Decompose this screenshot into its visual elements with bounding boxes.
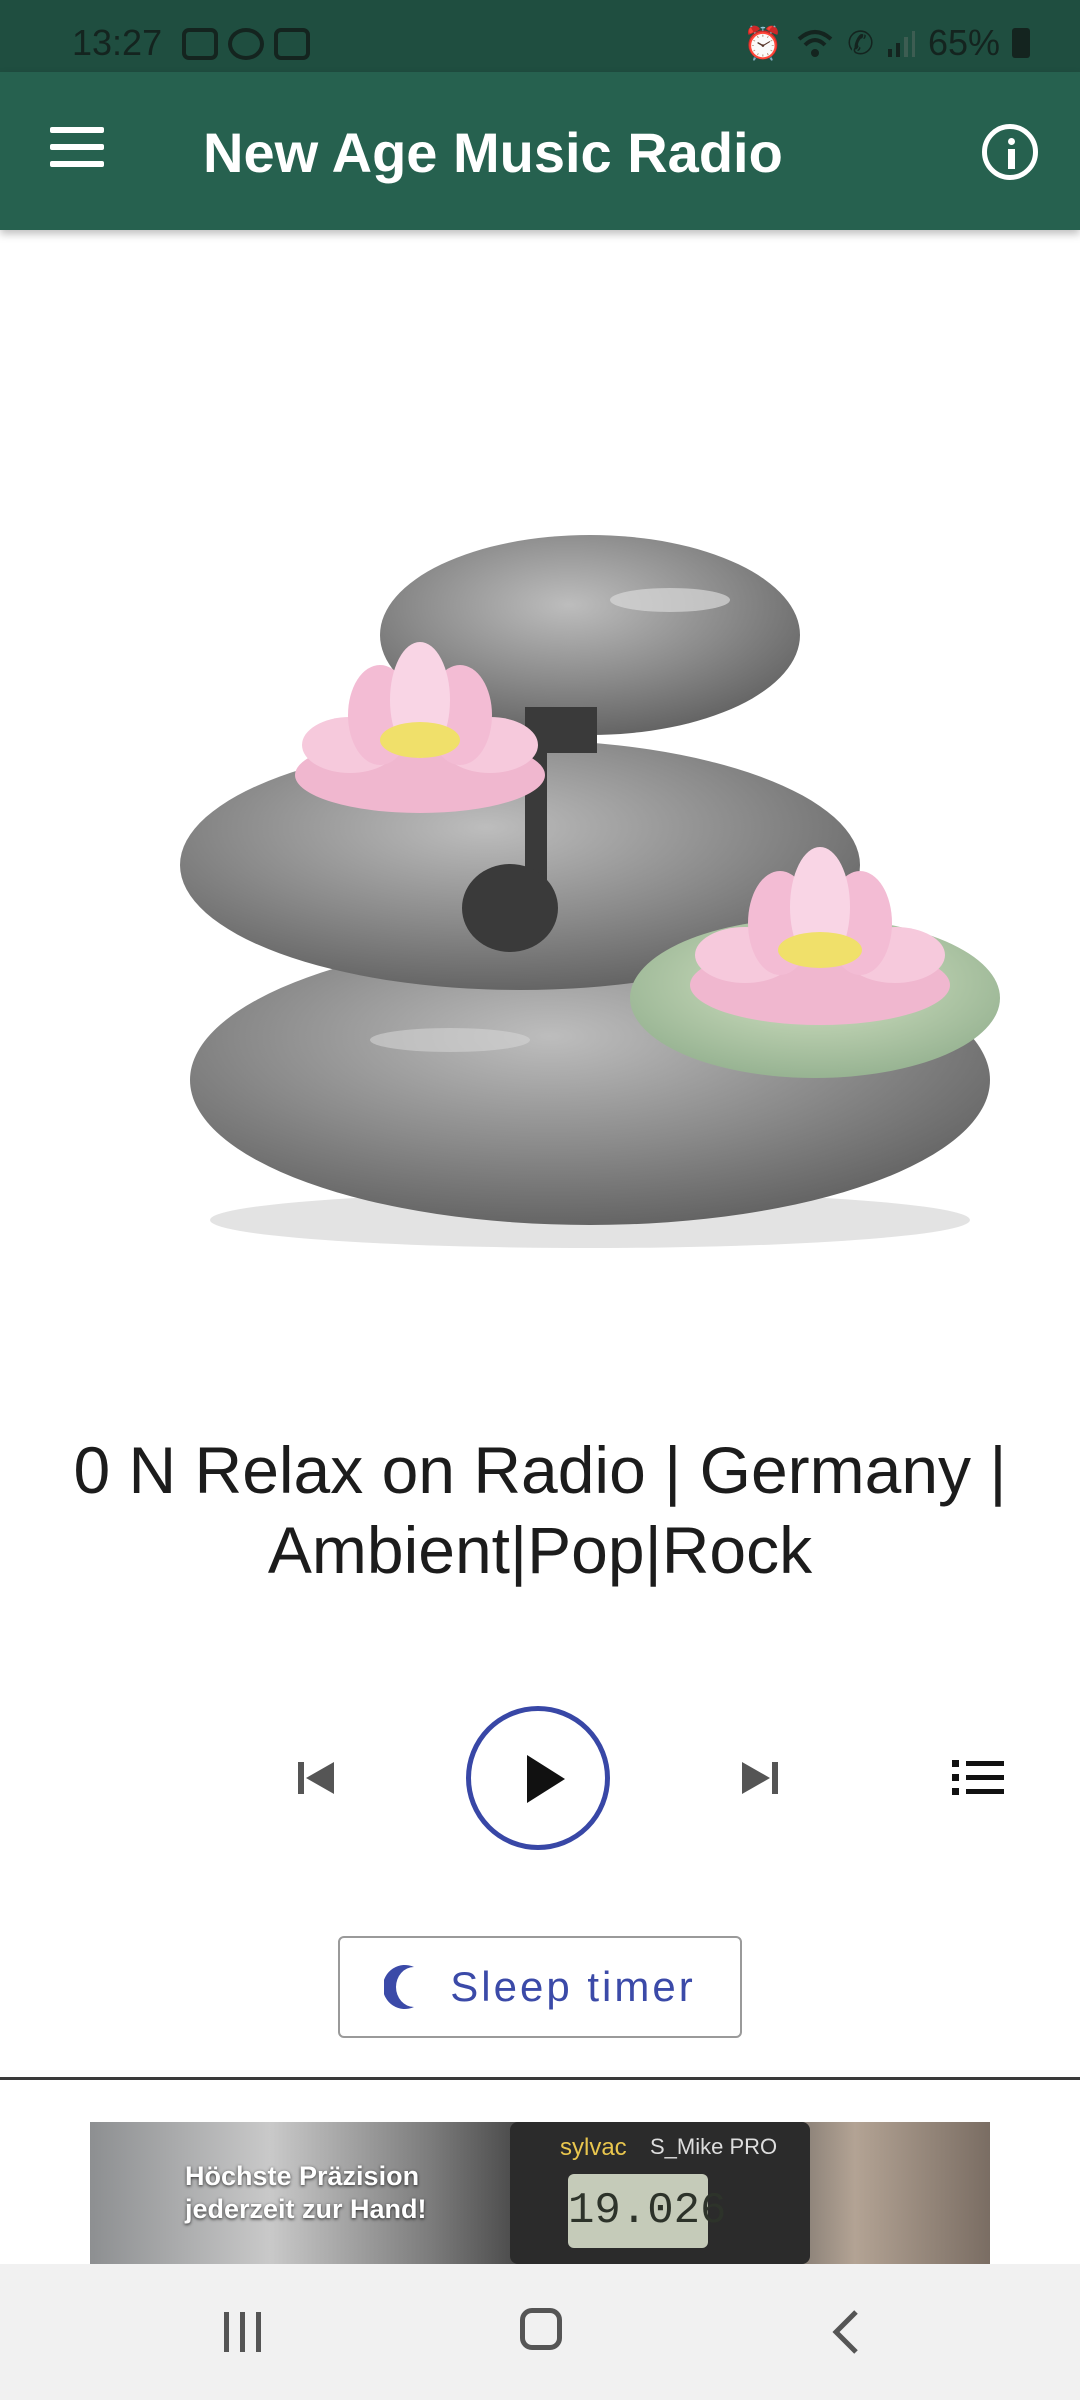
play-button[interactable]: [466, 1706, 610, 1850]
playlist-icon: [952, 1760, 1004, 1795]
station-title: 0 N Relax on Radio | Germany | Ambient|P…: [73, 1433, 1007, 1587]
battery-percent: 65%: [927, 22, 1000, 63]
status-notification-icons: [182, 28, 310, 60]
moon-icon: [384, 1965, 415, 2009]
station-artwork: [170, 520, 1010, 1260]
ad-banner[interactable]: Höchste Präzision jederzeit zur Hand! sy…: [90, 2122, 990, 2264]
playlist-button[interactable]: [950, 1754, 1006, 1802]
whatsapp-icon: [228, 28, 264, 60]
skip-next-icon: [742, 1762, 778, 1794]
wifi-icon: [797, 30, 833, 57]
divider: [0, 2077, 1080, 2080]
sleep-timer-label: Sleep timer: [450, 1963, 696, 2010]
back-icon[interactable]: [826, 2308, 866, 2356]
battery-icon: [1012, 28, 1030, 58]
ad-headline-line2: jederzeit zur Hand!: [185, 2194, 427, 2224]
skip-previous-button[interactable]: [290, 1750, 346, 1806]
zen-stones-lotus-image: [180, 535, 1000, 1248]
skip-next-button[interactable]: [732, 1750, 788, 1806]
sleep-timer-button[interactable]: Sleep timer: [338, 1936, 742, 2038]
signal-icon: [887, 31, 915, 57]
app-title: New Age Music Radio: [203, 121, 783, 184]
ad-model: S_Mike PRO: [650, 2134, 778, 2159]
status-time: 13:27: [72, 22, 163, 63]
alarm-icon: ⏰: [743, 25, 784, 61]
hamburger-menu-icon[interactable]: [50, 127, 106, 167]
gallery-icon: [182, 28, 218, 60]
call-icon: ✆: [847, 25, 874, 61]
ad-headline: Höchste Präzision jederzeit zur Hand!: [185, 2160, 427, 2226]
status-bar: 13:27 ⏰ ✆ 65%: [0, 0, 1080, 72]
recents-icon[interactable]: [220, 2312, 266, 2352]
status-system-icons: ⏰ ✆ 65%: [743, 22, 1030, 64]
mail-icon: [274, 28, 310, 60]
navigation-bar: [0, 2264, 1080, 2400]
info-icon[interactable]: [982, 124, 1038, 180]
app-bar: New Age Music Radio: [0, 72, 1080, 230]
home-icon[interactable]: [520, 2308, 562, 2350]
skip-previous-icon: [298, 1762, 334, 1794]
ad-brand: sylvac: [560, 2134, 627, 2161]
ad-display-value: 19.026: [568, 2174, 726, 2248]
play-icon: [527, 1755, 565, 1803]
ad-headline-line1: Höchste Präzision: [185, 2161, 420, 2191]
